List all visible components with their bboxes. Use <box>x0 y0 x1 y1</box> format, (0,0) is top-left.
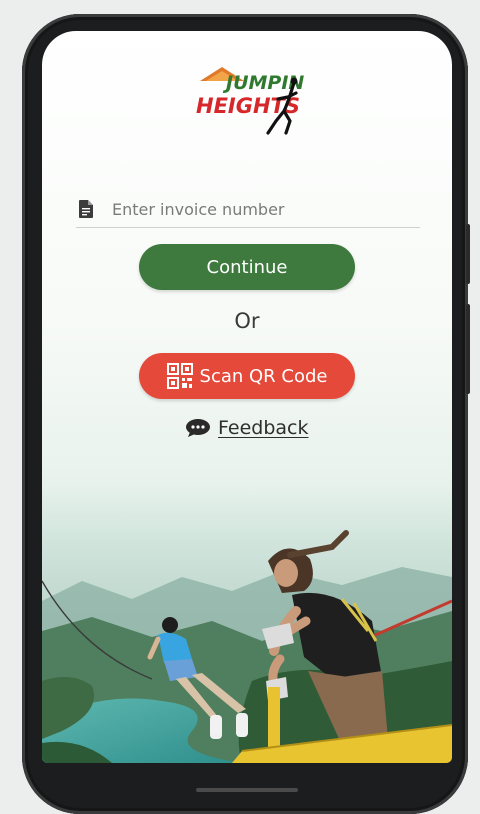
continue-button[interactable]: Continue <box>139 244 355 290</box>
phone-volume-button <box>466 304 470 394</box>
jumpin-heights-logo: JUMPIN HEIGHTS <box>192 61 304 141</box>
scan-qr-button[interactable]: Scan QR Code <box>139 353 355 399</box>
invoice-field <box>76 191 420 228</box>
or-divider-text: Or <box>234 309 260 333</box>
feedback-link[interactable]: Feedback <box>185 417 308 439</box>
document-icon <box>76 199 96 219</box>
home-indicator[interactable] <box>196 788 298 792</box>
feedback-label: Feedback <box>218 417 309 439</box>
app-screen: JUMPIN HEIGHTS Continue Or <box>42 31 452 763</box>
scan-qr-label: Scan QR Code <box>199 365 328 387</box>
phone-side-button <box>466 224 470 284</box>
qr-code-icon <box>166 363 193 389</box>
bungee-jump-scene <box>42 481 452 763</box>
chat-bubble-icon <box>185 418 211 438</box>
invoice-number-input[interactable] <box>110 198 420 220</box>
